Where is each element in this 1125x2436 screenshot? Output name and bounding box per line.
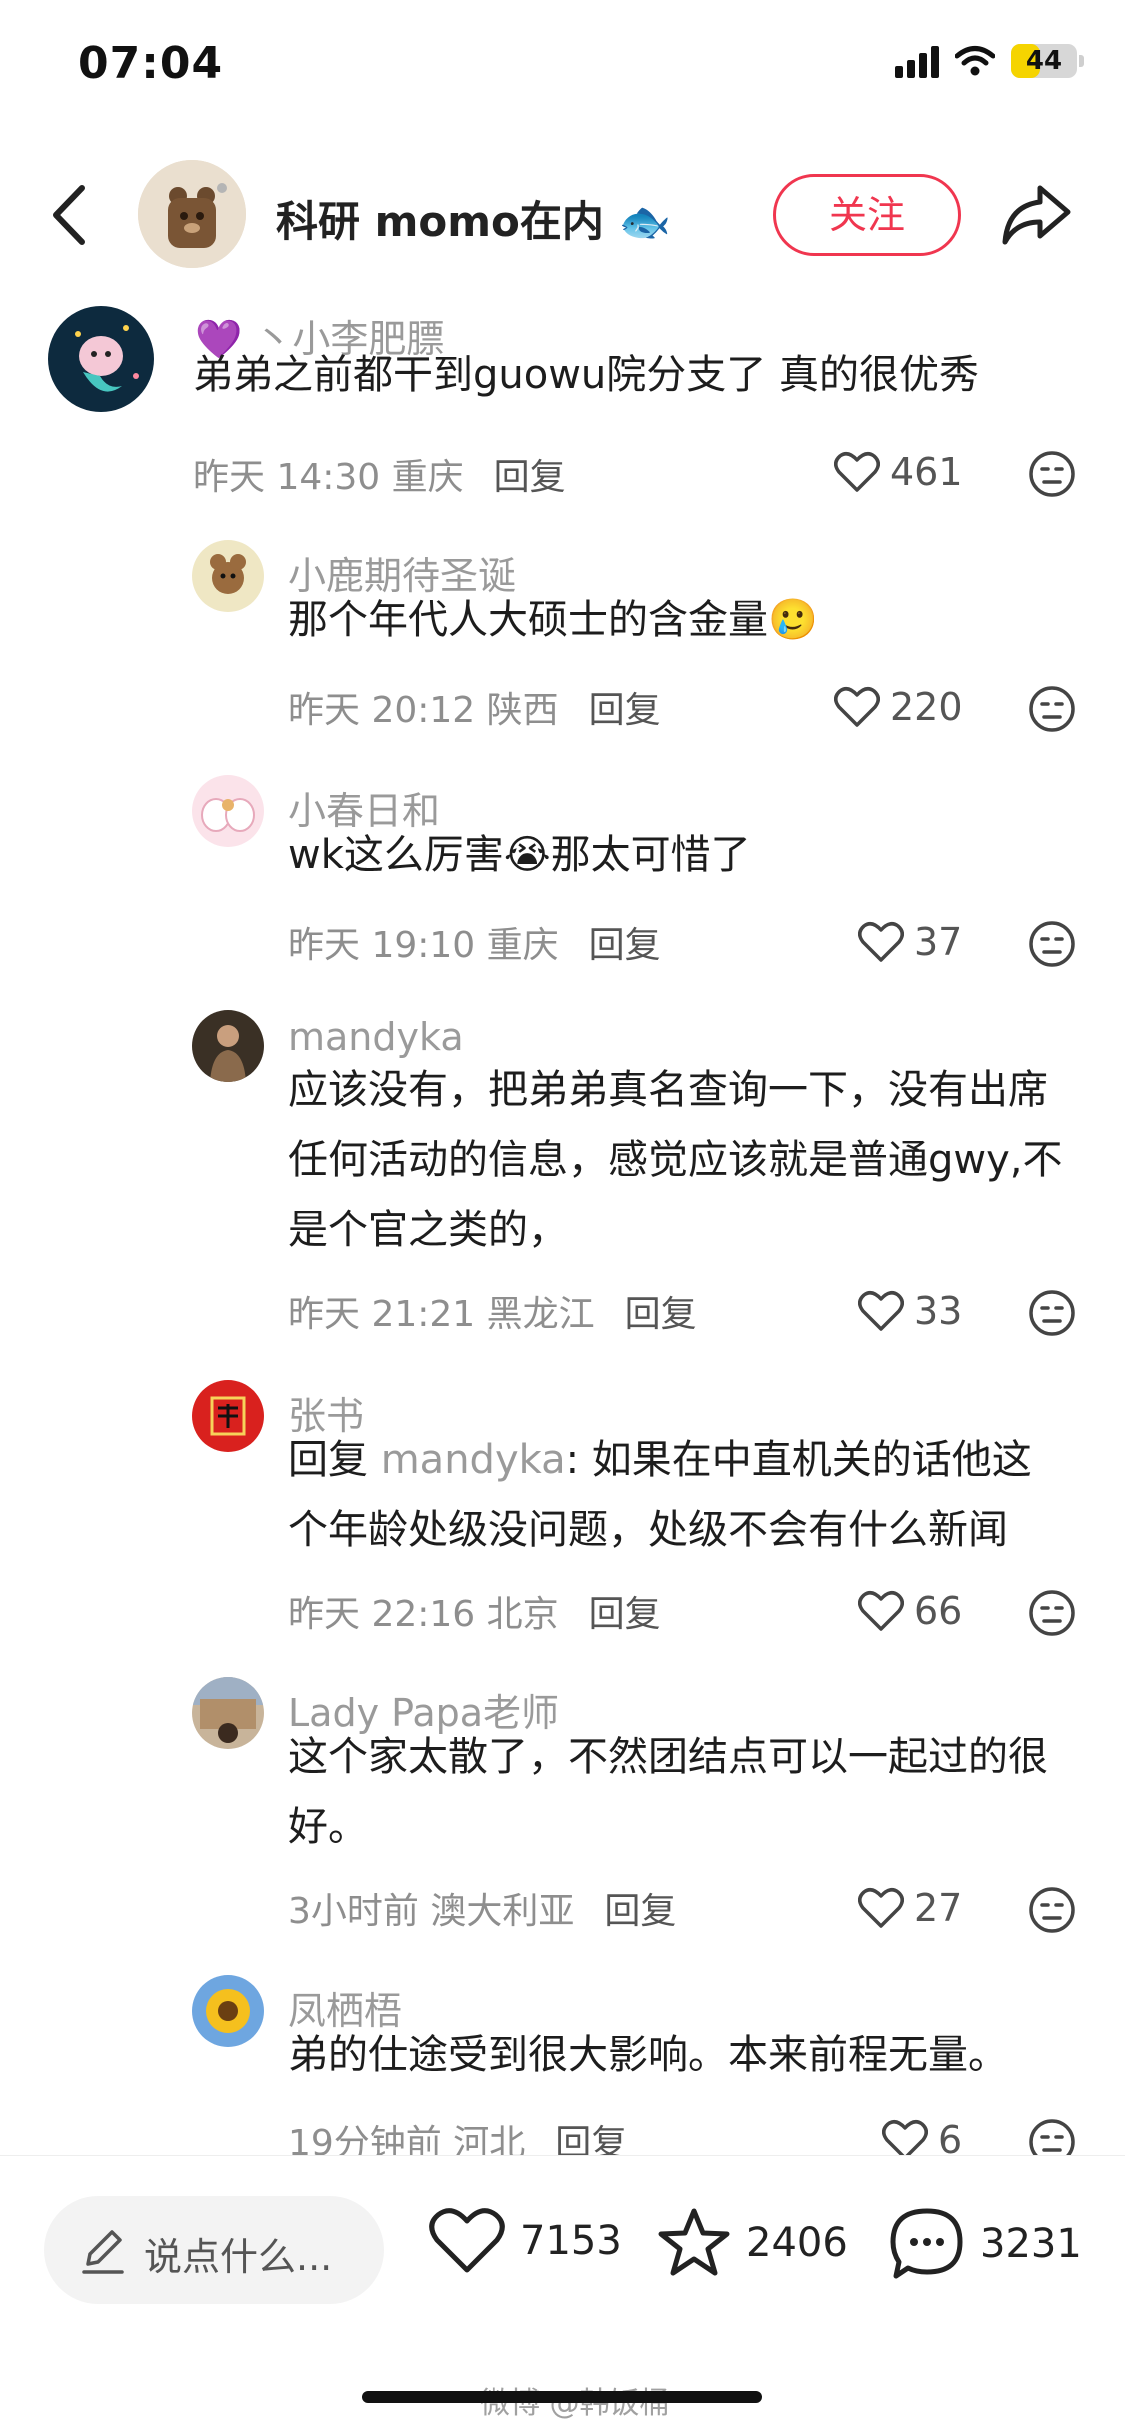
reply-button[interactable]: 回复 bbox=[494, 457, 566, 498]
comment-meta: 昨天 14:30 重庆 回复 bbox=[193, 448, 566, 500]
header: 科研 momo在内 🐟 关注 bbox=[0, 150, 1125, 280]
comment-input-placeholder: 说点什么... bbox=[144, 2235, 333, 2279]
heart-icon bbox=[834, 452, 880, 492]
comment-text: wk这么厉害😭那太可惜了 bbox=[288, 832, 751, 878]
comment-count: 3231 bbox=[980, 2221, 1082, 2267]
comment-meta: 昨天 22:16 北京 回复 bbox=[288, 1585, 661, 1637]
cellular-signal-icon bbox=[895, 44, 939, 78]
dislike-icon[interactable] bbox=[1028, 450, 1076, 498]
reply-button[interactable]: 回复 bbox=[589, 1594, 661, 1635]
dislike-icon[interactable] bbox=[1028, 920, 1076, 968]
comment-meta: 昨天 21:21 黑龙江 回复 bbox=[288, 1285, 697, 1337]
pencil-icon bbox=[82, 2230, 124, 2274]
comment-text: 那个年代人大硕士的含金量🥲 bbox=[288, 597, 818, 643]
reply-button[interactable]: 回复 bbox=[589, 925, 661, 966]
like-button[interactable]: 37 bbox=[858, 920, 962, 964]
header-avatar[interactable] bbox=[138, 160, 246, 268]
comment-text: 弟弟之前都干到guowu院分支了 真的很优秀 bbox=[193, 352, 979, 398]
comment-meta: 昨天 20:12 陕西 回复 bbox=[288, 681, 661, 733]
like-count: 461 bbox=[890, 450, 963, 494]
like-button[interactable]: 27 bbox=[858, 1886, 962, 1930]
reply-button[interactable]: 回复 bbox=[625, 1294, 697, 1335]
comment-time-location: 昨天 21:21 黑龙江 bbox=[288, 1294, 595, 1335]
commenter-avatar[interactable] bbox=[192, 540, 264, 612]
battery-icon: 44 bbox=[1011, 44, 1084, 78]
battery-percent: 44 bbox=[1025, 46, 1063, 76]
reply-button[interactable]: 回复 bbox=[604, 1891, 676, 1932]
like-button[interactable]: 220 bbox=[834, 685, 963, 729]
share-icon[interactable] bbox=[1000, 182, 1072, 248]
home-indicator bbox=[362, 2391, 762, 2403]
comment-meta: 3小时前 澳大利亚 回复 bbox=[288, 1882, 676, 1934]
heart-icon bbox=[834, 687, 880, 727]
comment-time-location: 昨天 14:30 重庆 bbox=[193, 457, 464, 498]
back-icon[interactable] bbox=[40, 180, 100, 250]
commenter-avatar[interactable] bbox=[192, 1380, 264, 1452]
dislike-icon[interactable] bbox=[1028, 1589, 1076, 1637]
page-title: 科研 momo在内 🐟 bbox=[276, 197, 671, 246]
star-icon bbox=[658, 2208, 730, 2276]
like-button[interactable]: 461 bbox=[834, 450, 963, 494]
bottom-action-bar: 说点什么... 7153 2406 3231 微博 @韩饭桶 bbox=[0, 2155, 1125, 2436]
favorite-button[interactable]: 2406 bbox=[656, 2206, 848, 2280]
comment-time-location: 昨天 19:10 重庆 bbox=[288, 925, 559, 966]
mention-link[interactable]: mandyka bbox=[381, 1437, 566, 1483]
commenter-avatar[interactable] bbox=[192, 1677, 264, 1749]
comment-time-location: 昨天 20:12 陕西 bbox=[288, 690, 559, 731]
commenter-avatar[interactable] bbox=[192, 775, 264, 847]
follow-button[interactable]: 关注 bbox=[773, 174, 961, 256]
like-post-button[interactable]: 7153 bbox=[428, 2206, 622, 2276]
comment-meta: 昨天 19:10 重庆 回复 bbox=[288, 916, 661, 968]
like-button[interactable]: 66 bbox=[858, 1589, 962, 1633]
commenter-avatar[interactable] bbox=[192, 1975, 264, 2047]
dislike-icon[interactable] bbox=[1028, 685, 1076, 733]
status-icons: 44 bbox=[895, 44, 1084, 78]
reply-prefix: 回复 bbox=[288, 1437, 381, 1483]
like-count: 220 bbox=[890, 685, 963, 729]
comment-text: 这个家太散了，不然团结点可以一起过的很好。 bbox=[288, 1734, 1048, 1850]
comment-time-location: 昨天 22:16 北京 bbox=[288, 1594, 559, 1635]
comment-text: 应该没有，把弟弟真名查询一下，没有出席任何活动的信息，感觉应该就是普通gwy,不… bbox=[288, 1067, 1063, 1253]
heart-icon bbox=[858, 1591, 904, 1631]
heart-icon bbox=[858, 1291, 904, 1331]
like-count: 66 bbox=[914, 1589, 963, 1633]
reply-button[interactable]: 回复 bbox=[589, 690, 661, 731]
heart-icon bbox=[429, 2208, 505, 2273]
commenter-avatar[interactable] bbox=[192, 1010, 264, 1082]
like-count: 27 bbox=[914, 1886, 963, 1930]
status-time: 07:04 bbox=[78, 38, 224, 89]
heart-icon bbox=[858, 1888, 904, 1928]
comment-time-location: 3小时前 澳大利亚 bbox=[288, 1891, 575, 1932]
status-bar: 07:04 44 bbox=[0, 0, 1125, 140]
dislike-icon[interactable] bbox=[1028, 1289, 1076, 1337]
commenter-avatar[interactable] bbox=[48, 306, 154, 412]
comments-button[interactable]: 3231 bbox=[888, 2206, 1082, 2282]
dislike-icon[interactable] bbox=[1028, 1886, 1076, 1934]
comment-bubble-icon bbox=[890, 2208, 963, 2279]
commenter-name[interactable]: mandyka bbox=[288, 1015, 464, 1059]
post-like-count: 7153 bbox=[520, 2218, 622, 2264]
comment-text: 弟的仕途受到很大影响。本来前程无量。 bbox=[288, 2032, 1008, 2078]
like-count: 33 bbox=[914, 1289, 963, 1333]
like-button[interactable]: 33 bbox=[858, 1289, 962, 1333]
wifi-icon bbox=[955, 46, 995, 76]
comment-text: 回复 mandyka: 如果在中直机关的话他这个年龄处级没问题，处级不会有什么新… bbox=[288, 1425, 1068, 1565]
favorite-count: 2406 bbox=[746, 2220, 848, 2266]
comment-input[interactable]: 说点什么... bbox=[44, 2196, 384, 2304]
heart-icon bbox=[858, 922, 904, 962]
like-count: 37 bbox=[914, 920, 963, 964]
